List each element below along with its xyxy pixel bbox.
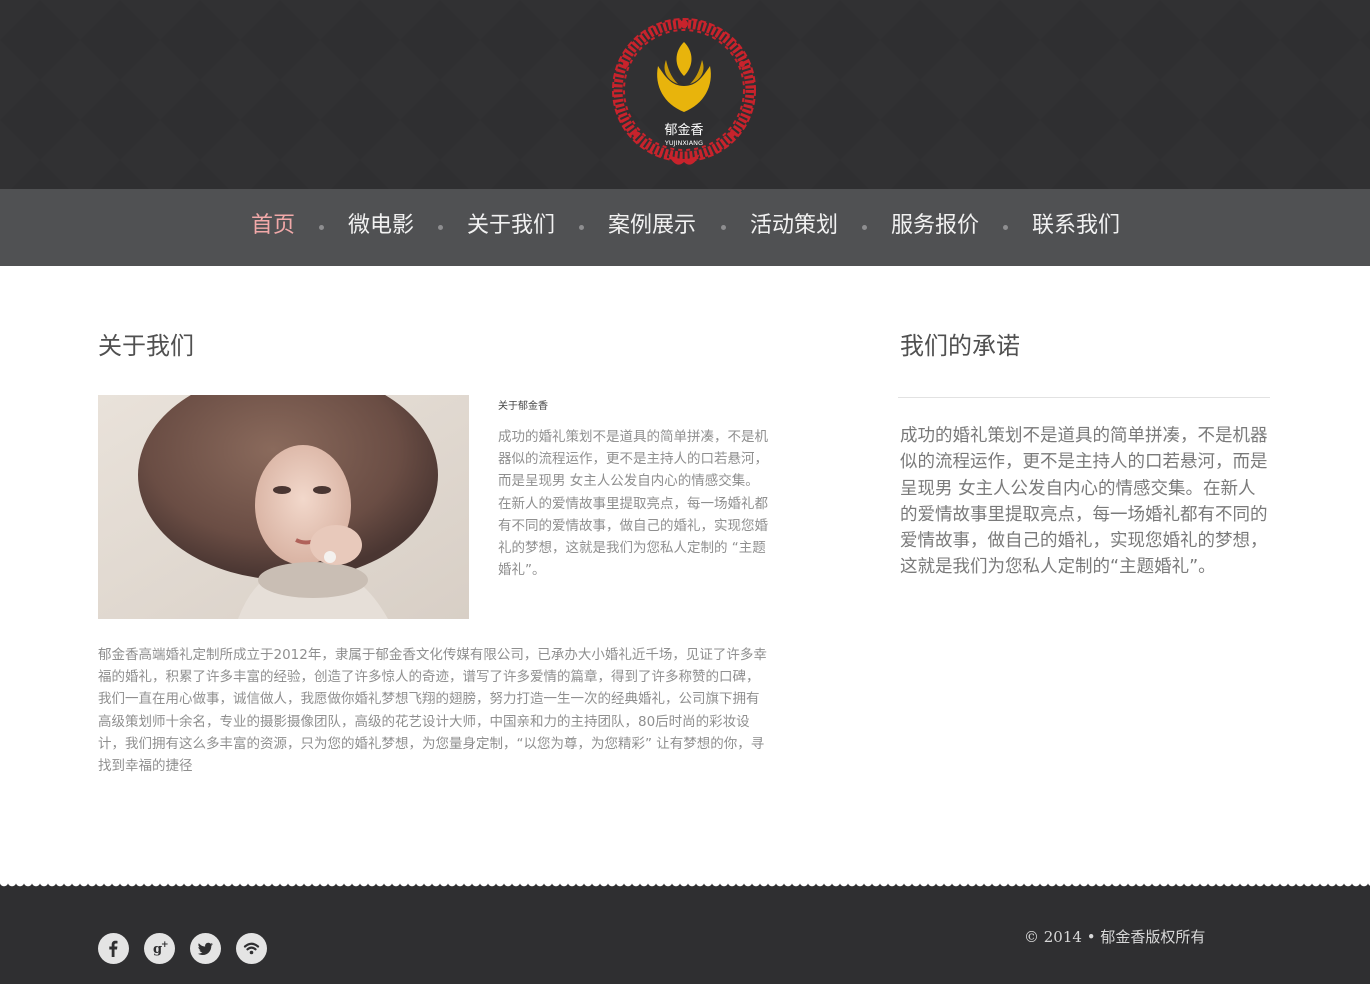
nav-item-pricing[interactable]: 服务报价 <box>891 189 979 266</box>
about-title: 关于我们 <box>98 332 194 360</box>
nav-item-micro-film[interactable]: 微电影 <box>348 189 414 266</box>
copyright-text: © 2014 • 郁金香版权所有 <box>1024 928 1206 946</box>
nav-separator <box>438 225 443 230</box>
nav-item-cases[interactable]: 案例展示 <box>608 189 696 266</box>
nav-separator <box>319 225 324 230</box>
nav-separator <box>579 225 584 230</box>
about-photo <box>98 395 469 619</box>
promise-divider <box>898 397 1270 398</box>
site-logo[interactable]: 郁金香 YUJINXIANG <box>608 14 760 170</box>
nav-item-events[interactable]: 活动策划 <box>750 189 838 266</box>
promise-title: 我们的承诺 <box>900 332 1020 360</box>
logo-brand-cn: 郁金香 <box>664 122 703 138</box>
nav-separator <box>721 225 726 230</box>
main-nav: 首页 微电影 关于我们 案例展示 活动策划 服务报价 联系我们 <box>0 189 1370 266</box>
about-intro-text: 成功的婚礼策划不是道具的简单拼凑，不是机器似的流程运作，更不是主持人的口若悬河，… <box>498 429 768 579</box>
site-header: 郁金香 YUJINXIANG <box>0 0 1370 189</box>
nav-item-about[interactable]: 关于我们 <box>467 189 555 266</box>
logo-graphic: 郁金香 YUJINXIANG <box>612 18 756 165</box>
logo-brand-en: YUJINXIANG <box>664 139 703 147</box>
twitter-icon[interactable] <box>190 933 221 964</box>
google-plus-icon[interactable]: g + <box>144 933 175 964</box>
bride-portrait-image <box>98 395 469 619</box>
promise-text: 成功的婚礼策划不是道具的简单拼凑，不是机器似的流程运作，更不是主持人的口若悬河，… <box>900 426 1268 578</box>
nav-separator <box>1003 225 1008 230</box>
nav-item-home[interactable]: 首页 <box>251 189 295 266</box>
nav-separator <box>862 225 867 230</box>
rss-icon[interactable] <box>236 933 267 964</box>
svg-text:+: + <box>161 940 169 950</box>
facebook-icon[interactable] <box>98 933 129 964</box>
nav-item-contact[interactable]: 联系我们 <box>1032 189 1120 266</box>
about-body-text: 郁金香高端婚礼定制所成立于2012年，隶属于郁金香文化传媒有限公司，已承办大小婚… <box>98 647 767 775</box>
about-subtitle: 关于郁金香 <box>498 401 548 412</box>
